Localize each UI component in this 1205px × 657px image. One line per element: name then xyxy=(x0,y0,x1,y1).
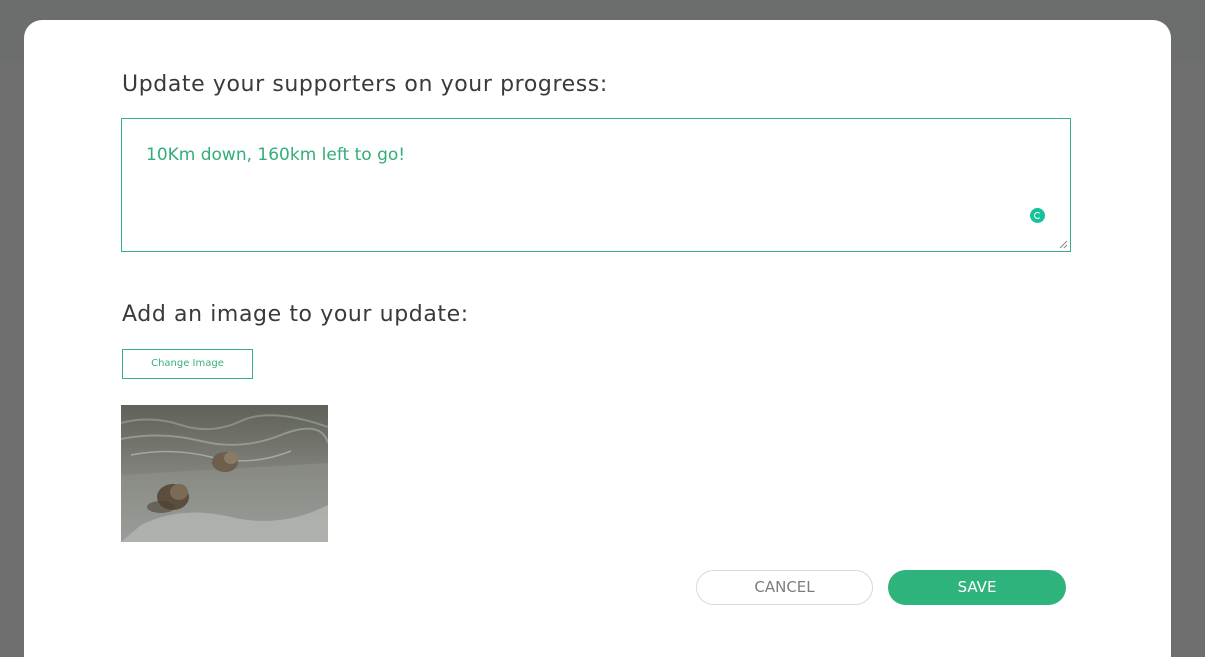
change-image-button[interactable]: Change Image xyxy=(122,349,253,379)
update-image-thumbnail xyxy=(121,405,328,542)
resize-handle-icon[interactable] xyxy=(1059,240,1068,249)
update-textarea[interactable]: 10Km down, 160km left to go! xyxy=(121,118,1071,252)
update-modal xyxy=(24,20,1171,657)
update-textarea-value: 10Km down, 160km left to go! xyxy=(146,145,406,165)
save-button[interactable]: SAVE xyxy=(888,570,1066,605)
progress-heading: Update your supporters on your progress: xyxy=(122,72,608,97)
cancel-button[interactable]: CANCEL xyxy=(696,570,873,605)
image-heading: Add an image to your update: xyxy=(122,302,469,327)
grammarly-icon[interactable] xyxy=(1030,208,1045,223)
